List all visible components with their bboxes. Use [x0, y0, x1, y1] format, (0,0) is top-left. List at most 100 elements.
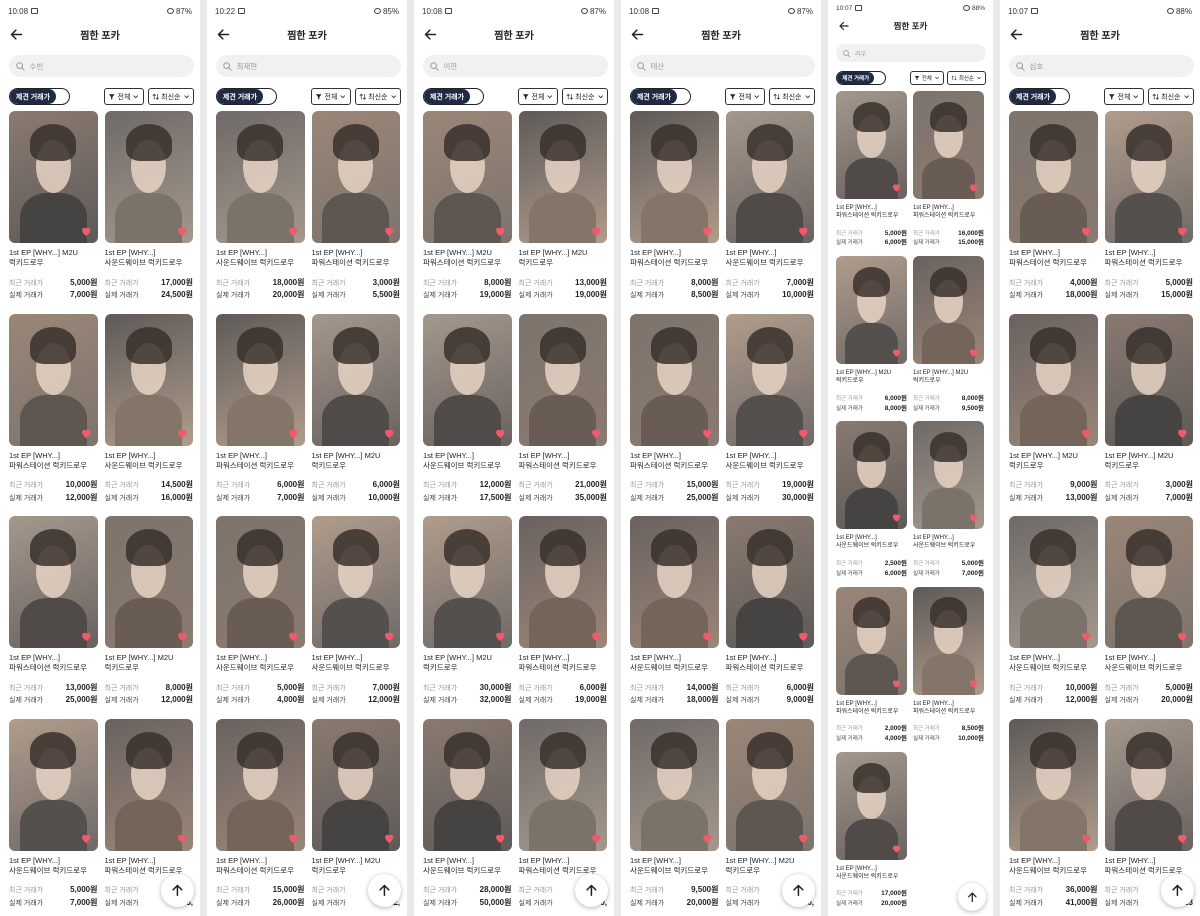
photocard-item[interactable]: 1st EP [WHY...] 사운드웨이브 럭키드로우 최근 거래가 5,000원 실… — [216, 516, 305, 709]
heart-icon[interactable] — [383, 427, 396, 440]
heart-icon[interactable] — [494, 427, 507, 440]
heart-icon[interactable] — [701, 225, 714, 238]
heart-icon[interactable] — [287, 832, 300, 845]
photocard-item[interactable]: 1st EP [WHY...] M2U 럭키드로우 최근 거래가 6,000원 실제 거… — [836, 256, 907, 415]
photocard-item[interactable]: 1st EP [WHY...] 파워스테이션 럭키드로우 최근 거래가 5,000원 실… — [1104, 111, 1193, 304]
photocard-item[interactable]: 1st EP [WHY...] 파워스테이션 럭키드로우 최근 거래가 21,000원… — [518, 313, 607, 507]
heart-icon[interactable] — [287, 225, 300, 238]
photocard-item[interactable]: 1st EP [WHY...] 사운드웨이브 럭키드로우 최근 거래가 5,000원 실… — [9, 718, 98, 912]
heart-icon[interactable] — [891, 347, 902, 358]
heart-icon[interactable] — [891, 182, 902, 193]
back-button[interactable] — [420, 24, 440, 44]
photocard-item[interactable]: 1st EP [WHY...] 사운드웨이브 럭키드로우 최근 거래가 17,000원… — [836, 751, 907, 911]
heart-icon[interactable] — [701, 427, 714, 440]
photocard-item[interactable]: 1st EP [WHY...] 파워스테이션 럭키드로우 최근 거래가 15,000원… — [630, 313, 719, 507]
photocard-item[interactable]: 1st EP [WHY...] 사운드웨이브 럭키드로우 최근 거래가 2,500원 실… — [836, 421, 907, 580]
photocard-item[interactable]: 1st EP [WHY...] M2U 럭키드로우 최근 거래가 30,000원 실제 … — [423, 516, 512, 709]
sort-dropdown[interactable]: 최신순 — [354, 88, 401, 105]
photocard-item[interactable]: 1st EP [WHY...] 사운드웨이브 럭키드로우 최근 거래가 28,000원… — [423, 718, 512, 912]
heart-icon[interactable] — [968, 678, 979, 689]
photocard-item[interactable]: 1st EP [WHY...] 파워스테이션 럭키드로우 최근 거래가 8,000원 실… — [630, 111, 719, 304]
scroll-top-button[interactable] — [782, 874, 815, 907]
filter-all-dropdown[interactable]: 전체 — [104, 88, 144, 105]
price-toggle[interactable]: 제견 거래가 — [836, 71, 886, 85]
heart-icon[interactable] — [176, 427, 189, 440]
photocard-item[interactable]: 1st EP [WHY...] 사운드웨이브 럭키드로우 최근 거래가 5,000원 실… — [913, 421, 984, 580]
photocard-item[interactable]: 1st EP [WHY...] M2U 파워스테이션 럭키드로우 최근 거래가 8,0… — [423, 111, 512, 304]
heart-icon[interactable] — [383, 832, 396, 845]
scroll-top-button[interactable] — [1161, 874, 1194, 907]
heart-icon[interactable] — [891, 512, 902, 523]
photocard-item[interactable]: 1st EP [WHY...] M2U 럭키드로우 최근 거래가 3,000원 실제 거… — [1104, 313, 1193, 507]
heart-icon[interactable] — [590, 427, 603, 440]
back-button[interactable] — [834, 16, 854, 36]
heart-icon[interactable] — [494, 225, 507, 238]
back-button[interactable] — [6, 24, 26, 44]
photocard-item[interactable]: 1st EP [WHY...] 사운드웨이브 럭키드로우 최근 거래가 7,000원 실… — [311, 516, 400, 709]
back-button[interactable] — [213, 24, 233, 44]
heart-icon[interactable] — [1176, 832, 1189, 845]
heart-icon[interactable] — [797, 225, 810, 238]
heart-icon[interactable] — [590, 832, 603, 845]
sort-dropdown[interactable]: 최신순 — [147, 88, 194, 105]
sort-dropdown[interactable]: 최신순 — [768, 88, 815, 105]
photocard-item[interactable]: 1st EP [WHY...] 사운드웨이브 럭키드로우 최근 거래가 5,000원 실… — [1104, 516, 1193, 709]
photocard-item[interactable]: 1st EP [WHY...] 사운드웨이브 럭키드로우 최근 거래가 36,000원… — [1009, 718, 1098, 912]
heart-icon[interactable] — [1176, 427, 1189, 440]
photocard-item[interactable]: 1st EP [WHY...] M2U 럭키드로우 최근 거래가 8,000원 실제 거… — [913, 256, 984, 415]
photocard-item[interactable]: 1st EP [WHY...] 사운드웨이브 럭키드로우 최근 거래가 7,000원 실… — [725, 111, 814, 304]
photocard-item[interactable]: 1st EP [WHY...] 파워스테이션 럭키드로우 최근 거래가 6,000원 실… — [725, 516, 814, 709]
heart-icon[interactable] — [891, 843, 902, 854]
sort-dropdown[interactable]: 최신순 — [1147, 88, 1194, 105]
search-input[interactable]: 심호 — [1009, 55, 1194, 77]
heart-icon[interactable] — [80, 832, 93, 845]
price-toggle[interactable]: 제견 거래가 — [630, 88, 691, 105]
heart-icon[interactable] — [1080, 427, 1093, 440]
search-input[interactable]: 이한 — [423, 55, 608, 77]
photocard-item[interactable]: 1st EP [WHY...] M2U 럭키드로우 최근 거래가 6,000원 실제 거… — [311, 313, 400, 507]
scroll-top-button[interactable] — [575, 874, 608, 907]
photocard-item[interactable]: 1st EP [WHY...] 사운드웨이브 럭키드로우 최근 거래가 14,000원… — [630, 516, 719, 709]
heart-icon[interactable] — [590, 630, 603, 643]
filter-all-dropdown[interactable]: 전체 — [909, 71, 944, 85]
price-toggle[interactable]: 제견 거래가 — [216, 88, 277, 105]
photocard-item[interactable]: 1st EP [WHY...] 파워스테이션 럭키드로우 최근 거래가 6,000원 실… — [216, 313, 305, 507]
photocard-item[interactable]: 1st EP [WHY...] 파워스테이션 럭키드로우 최근 거래가 3,000원 실… — [311, 111, 400, 304]
filter-all-dropdown[interactable]: 전체 — [518, 88, 558, 105]
heart-icon[interactable] — [176, 832, 189, 845]
heart-icon[interactable] — [176, 225, 189, 238]
photocard-item[interactable]: 1st EP [WHY...] 파워스테이션 럭키드로우 최근 거래가 6,000원 실… — [518, 516, 607, 709]
heart-icon[interactable] — [383, 630, 396, 643]
sort-dropdown[interactable]: 최신순 — [561, 88, 608, 105]
photocard-item[interactable]: 1st EP [WHY...] 사운드웨이브 럭키드로우 최근 거래가 19,000원… — [725, 313, 814, 507]
photocard-item[interactable]: 1st EP [WHY...] 사운드웨이브 럭키드로우 최근 거래가 10,000원… — [1009, 516, 1098, 709]
heart-icon[interactable] — [797, 630, 810, 643]
price-toggle[interactable]: 제견 거래가 — [9, 88, 70, 105]
photocard-item[interactable]: 1st EP [WHY...] 사운드웨이브 럭키드로우 최근 거래가 12,000원… — [423, 313, 512, 507]
photocard-item[interactable]: 1st EP [WHY...] 파워스테이션 럭키드로우 최근 거래가 13,000원… — [9, 516, 98, 709]
scroll-top-button[interactable] — [161, 874, 194, 907]
photocard-item[interactable]: 1st EP [WHY...] 사운드웨이브 럭키드로우 최근 거래가 18,000원… — [216, 111, 305, 304]
heart-icon[interactable] — [287, 427, 300, 440]
price-toggle[interactable]: 제견 거래가 — [1009, 88, 1070, 105]
search-input[interactable]: 태산 — [630, 55, 815, 77]
heart-icon[interactable] — [968, 512, 979, 523]
heart-icon[interactable] — [1080, 225, 1093, 238]
heart-icon[interactable] — [701, 832, 714, 845]
back-button[interactable] — [627, 24, 647, 44]
heart-icon[interactable] — [797, 832, 810, 845]
scroll-top-button[interactable] — [368, 874, 401, 907]
heart-icon[interactable] — [80, 225, 93, 238]
photocard-item[interactable]: 1st EP [WHY...] 파워스테이션 럭키드로우 최근 거래가 4,000원 실… — [1009, 111, 1098, 304]
heart-icon[interactable] — [383, 225, 396, 238]
photocard-item[interactable]: 1st EP [WHY...] M2U 럭키드로우 최근 거래가 5,000원 실제 거… — [9, 111, 98, 304]
heart-icon[interactable] — [494, 630, 507, 643]
photocard-item[interactable]: 1st EP [WHY...] 파워스테이션 럭키드로우 최근 거래가 16,000원… — [913, 91, 984, 250]
heart-icon[interactable] — [968, 182, 979, 193]
heart-icon[interactable] — [176, 630, 189, 643]
heart-icon[interactable] — [80, 630, 93, 643]
photocard-item[interactable]: 1st EP [WHY...] 파워스테이션 럭키드로우 최근 거래가 15,000원… — [216, 718, 305, 912]
search-input[interactable]: 수빈 — [9, 55, 194, 77]
filter-all-dropdown[interactable]: 전체 — [311, 88, 351, 105]
search-input[interactable]: 리우 — [836, 44, 986, 62]
